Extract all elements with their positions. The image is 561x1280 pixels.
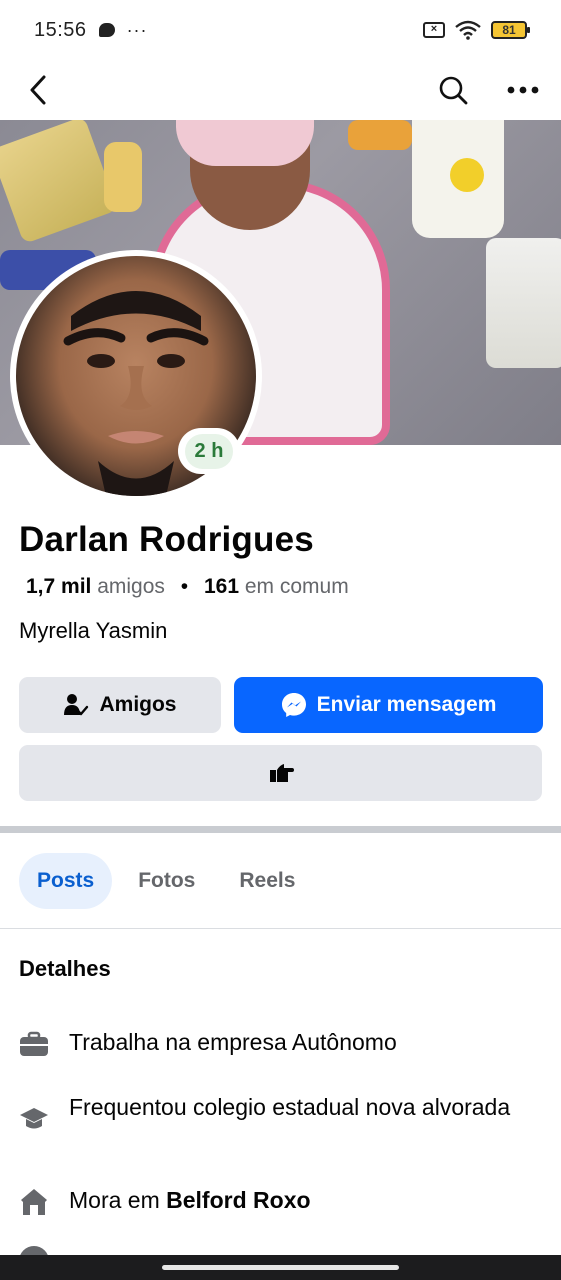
friends-check-icon — [64, 694, 89, 716]
next-detail-icon — [19, 1246, 49, 1255]
chat-notification-icon — [98, 23, 115, 37]
separator: • — [180, 575, 189, 598]
search-icon — [439, 76, 468, 105]
story-time-badge: 2 h — [178, 428, 240, 474]
graduation-cap-icon — [20, 1108, 48, 1129]
search-button[interactable] — [433, 70, 473, 110]
tab-posts[interactable]: Posts — [19, 853, 113, 909]
more-icon — [507, 86, 539, 94]
section-divider — [0, 826, 561, 833]
cover-bottle-right — [486, 238, 561, 368]
send-message-label: Enviar mensagem — [316, 693, 497, 716]
send-message-button[interactable]: Enviar mensagem — [234, 677, 543, 733]
detail-next-partial — [19, 1244, 539, 1255]
battery-icon: 81 — [491, 21, 530, 39]
status-time: 15:56 — [34, 18, 87, 41]
cover-bee-label — [450, 158, 484, 192]
poke-hand-icon — [269, 764, 294, 782]
messenger-icon — [281, 693, 306, 717]
status-bar: 15:56 ··· × 81 — [0, 0, 561, 60]
mutual-count: 161 — [203, 575, 240, 598]
friends-line[interactable]: 1,7 mil amigos • 161 em comum — [26, 575, 349, 599]
no-sim-icon: × — [423, 22, 445, 38]
more-notifications-icon: ··· — [126, 19, 148, 40]
tab-reels[interactable]: Reels — [221, 853, 313, 909]
back-arrow-icon — [30, 75, 46, 105]
profile-tabs: Posts Fotos Reels — [19, 853, 313, 909]
friends-button[interactable]: Amigos — [19, 677, 221, 733]
detail-lives: Mora em Belford Roxo — [19, 1185, 539, 1217]
cover-baby-hat — [176, 120, 314, 166]
home-icon — [21, 1189, 47, 1215]
more-options-button[interactable] — [503, 70, 543, 110]
wifi-icon — [455, 20, 481, 40]
detail-lives-place[interactable]: Belford Roxo — [166, 1187, 310, 1213]
friends-button-label: Amigos — [99, 693, 177, 716]
cover-orange-item — [348, 120, 412, 150]
briefcase-icon — [20, 1031, 48, 1056]
detail-education: Frequentou colegio estadual nova alvorad… — [19, 1092, 539, 1134]
back-button[interactable] — [18, 70, 58, 110]
profile-subtitle[interactable]: Myrella Yasmin — [19, 618, 167, 644]
details-title: Detalhes — [19, 956, 111, 981]
detail-education-text: Frequentou colegio estadual nova alvorad… — [69, 1094, 511, 1120]
friends-label: amigos — [97, 575, 165, 598]
friends-count: 1,7 mil — [26, 575, 92, 598]
detail-work-text: Trabalha na empresa Autônomo — [69, 1029, 397, 1055]
tabs-divider — [0, 928, 561, 929]
tab-photos[interactable]: Fotos — [120, 853, 213, 909]
top-nav — [0, 60, 561, 120]
profile-name: Darlan Rodrigues — [19, 520, 314, 559]
home-gesture-handle[interactable] — [162, 1265, 399, 1270]
cover-bottle-left — [0, 120, 119, 245]
cover-bottle-small — [104, 142, 142, 212]
poke-button[interactable] — [19, 745, 542, 801]
story-time: 2 h — [184, 433, 234, 469]
detail-work: Trabalha na empresa Autônomo — [19, 1027, 539, 1059]
detail-lives-prefix: Mora em — [69, 1187, 167, 1213]
mutual-label: em comum — [244, 575, 349, 598]
